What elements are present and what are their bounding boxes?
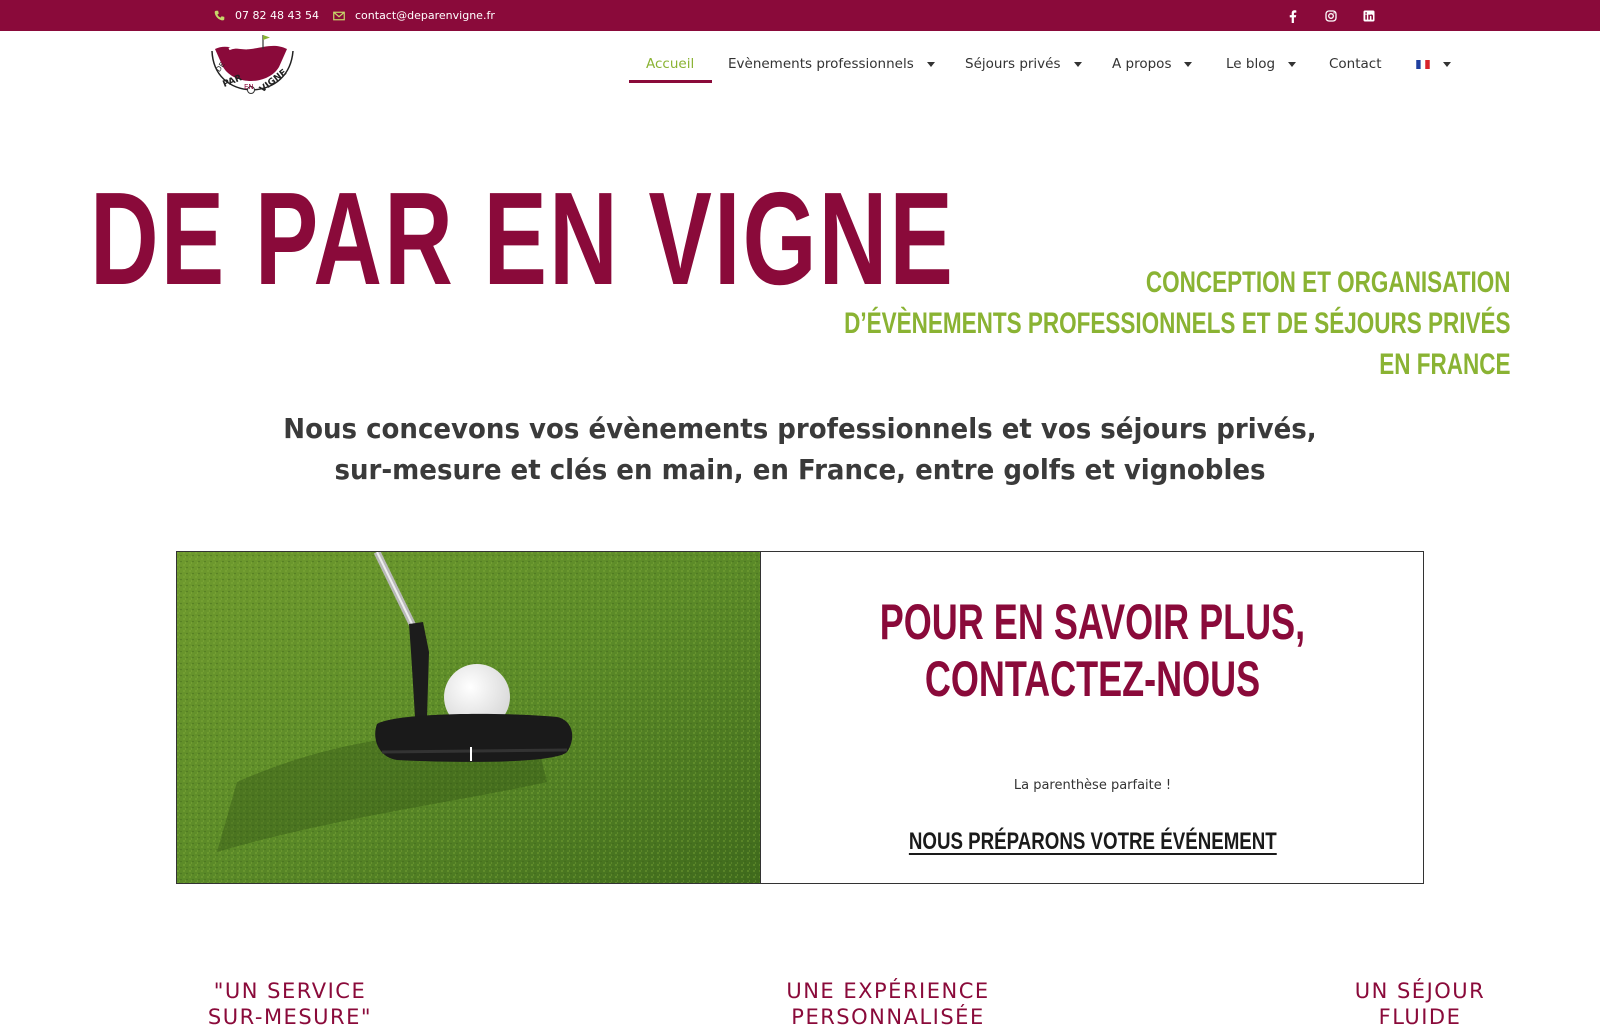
language-switcher[interactable] (1416, 31, 1451, 97)
site-logo[interactable]: DE PAR EN VIGNE (207, 31, 297, 97)
instagram-icon[interactable] (1324, 9, 1338, 23)
hero-subtitle: CONCEPTION ET ORGANISATION D’ÉVÈNEMENTS … (845, 262, 1511, 385)
cta-link-wrapper: NOUS PRÉPARONS VOTRE ÉVÉNEMENT (761, 828, 1424, 856)
nav-item-sejours-prives[interactable]: Séjours privés (965, 31, 1082, 97)
intro-text: Nous concevons vos évènements profession… (0, 408, 1600, 490)
nous-preparons-votre-evenement-link[interactable]: NOUS PRÉPARONS VOTRE ÉVÉNEMENT (909, 828, 1277, 856)
intro-line: Nous concevons vos évènements profession… (283, 412, 1317, 445)
phone-number: 07 82 48 43 54 (235, 9, 319, 22)
contact-cta-card: POUR EN SAVOIR PLUS, CONTACTEZ-NOUS La p… (176, 551, 1424, 884)
nav-item-evenements-professionnels[interactable]: Evènements professionnels (728, 31, 935, 97)
envelope-icon (333, 11, 345, 20)
feature-line: PERSONNALISÉE (791, 1005, 985, 1027)
active-nav-underline (629, 80, 712, 83)
nav-item-le-blog[interactable]: Le blog (1226, 31, 1297, 97)
cta-panel: POUR EN SAVOIR PLUS, CONTACTEZ-NOUS La p… (760, 552, 1423, 883)
nav-item-a-propos[interactable]: A propos (1112, 31, 1193, 97)
hero-subtitle-line: CONCEPTION ET ORGANISATION (1146, 266, 1511, 299)
feature-line: UNE EXPÉRIENCE (786, 979, 990, 1003)
facebook-icon[interactable] (1286, 9, 1300, 23)
feature-line: UN SÉJOUR (1354, 979, 1486, 1003)
logo-text-en: EN (244, 83, 254, 91)
caret-down-icon (1443, 61, 1451, 67)
caret-down-icon (1073, 61, 1082, 67)
email-link[interactable]: contact@deparenvigne.fr (333, 0, 495, 31)
cta-tagline: La parenthèse parfaite ! (1013, 778, 1172, 793)
cta-heading: POUR EN SAVOIR PLUS, CONTACTEZ-NOUS (761, 594, 1424, 708)
feature-service-sur-mesure: "UN SERVICE SUR-MESURE" (200, 978, 380, 1027)
nav-label: Séjours privés (965, 56, 1061, 72)
linkedin-icon[interactable] (1362, 9, 1376, 23)
hero-subtitle-line: EN FRANCE (1379, 348, 1511, 381)
hero-title: DE PAR EN VIGNE (90, 165, 956, 312)
french-flag-icon (1416, 59, 1430, 69)
logo-text-par: PAR (222, 73, 244, 90)
cta-heading-line: CONTACTEZ-NOUS (924, 651, 1261, 707)
feature-line: FLUIDE (1378, 1005, 1462, 1027)
nav-label: Contact (1329, 56, 1382, 72)
email-address: contact@deparenvigne.fr (355, 9, 495, 22)
phone-link[interactable]: 07 82 48 43 54 (214, 0, 319, 31)
nav-label: Le blog (1226, 56, 1276, 72)
caret-down-icon (1184, 61, 1193, 67)
feature-sejour-fluide: UN SÉJOUR FLUIDE (1340, 978, 1500, 1027)
nav-item-accueil[interactable]: Accueil (646, 31, 694, 97)
nav-label: Evènements professionnels (728, 56, 914, 72)
cta-heading-line: POUR EN SAVOIR PLUS, (879, 594, 1306, 650)
hero-subtitle-line: D’ÉVÈNEMENTS PROFESSIONNELS ET DE SÉJOUR… (844, 307, 1511, 340)
phone-icon (214, 10, 225, 21)
nav-label: A propos (1112, 56, 1172, 72)
feature-line: "UN SERVICE (213, 979, 367, 1003)
golf-putter-and-ball-photo (177, 552, 760, 883)
caret-down-icon (926, 61, 935, 67)
top-bar: 07 82 48 43 54 contact@deparenvigne.fr (0, 0, 1600, 31)
caret-down-icon (1288, 61, 1297, 67)
nav-item-contact[interactable]: Contact (1329, 31, 1382, 97)
feature-line: SUR-MESURE" (207, 1005, 373, 1027)
feature-experience-personnalisee: UNE EXPÉRIENCE PERSONNALISÉE (773, 978, 1003, 1027)
intro-line: sur-mesure et clés en main, en France, e… (334, 453, 1266, 486)
nav-label: Accueil (646, 56, 695, 72)
